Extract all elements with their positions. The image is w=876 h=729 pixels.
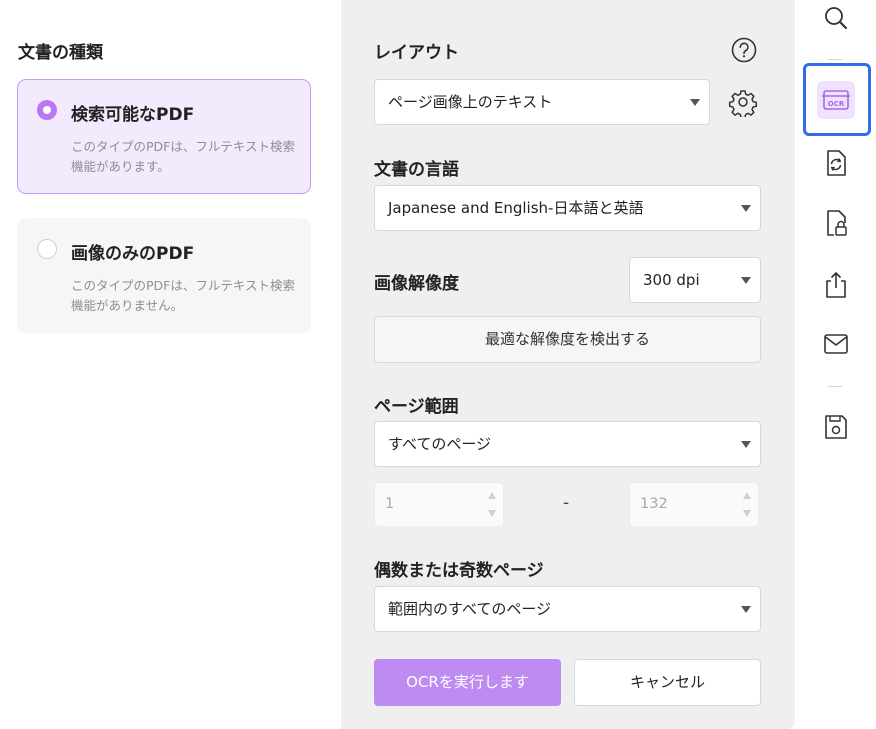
- range-to-input[interactable]: 132: [629, 482, 759, 527]
- right-toolbar: OCR: [795, 0, 876, 729]
- run-ocr-button[interactable]: OCRを実行します: [374, 659, 561, 706]
- protect-icon[interactable]: [821, 208, 851, 238]
- resolution-label: 画像解像度: [374, 274, 459, 294]
- svg-text:OCR: OCR: [828, 100, 845, 108]
- chevron-down-icon: [741, 606, 751, 613]
- layout-select-value: ページ画像上のテキスト: [388, 93, 553, 111]
- save-icon[interactable]: [821, 412, 851, 442]
- toolbar-divider: [828, 59, 842, 60]
- help-icon[interactable]: [729, 35, 759, 65]
- document-type-panel: 文書の種類 検索可能なPDF このタイプのPDFは、フルテキスト検索機能がありま…: [0, 0, 341, 729]
- spin-down-icon[interactable]: [743, 510, 751, 517]
- mail-icon[interactable]: [821, 329, 851, 359]
- odd-even-label: 偶数または奇数ページ: [374, 561, 544, 581]
- range-to-value: 132: [640, 496, 668, 512]
- layout-label: レイアウト: [374, 43, 459, 63]
- resolution-select-value: 300 dpi: [643, 271, 700, 289]
- ocr-icon-bg: OCR: [817, 81, 855, 119]
- odd-even-select[interactable]: 範囲内のすべてのページ: [374, 586, 761, 632]
- language-select-value: Japanese and English-日本語と英語: [388, 199, 644, 217]
- detect-resolution-button[interactable]: 最適な解像度を検出する: [374, 316, 761, 363]
- language-label: 文書の言語: [374, 160, 459, 180]
- chevron-down-icon: [690, 99, 700, 106]
- language-select[interactable]: Japanese and English-日本語と英語: [374, 185, 761, 231]
- page-range-select-value: すべてのページ: [388, 435, 492, 453]
- radio-searchable-pdf[interactable]: [37, 100, 57, 120]
- layout-select[interactable]: ページ画像上のテキスト: [374, 79, 710, 125]
- ocr-icon: OCR: [822, 90, 850, 110]
- chevron-down-icon: [741, 441, 751, 448]
- range-from-input[interactable]: 1: [374, 482, 504, 527]
- convert-icon[interactable]: [821, 148, 851, 178]
- spin-down-icon[interactable]: [488, 510, 496, 517]
- option-image-only-pdf-title: 画像のみのPDF: [71, 244, 195, 264]
- ocr-settings-panel: レイアウト ページ画像上のテキスト 文書の言語 Japanese and Eng…: [341, 0, 795, 729]
- odd-even-select-value: 範囲内のすべてのページ: [388, 600, 552, 618]
- page-range-select[interactable]: すべてのページ: [374, 421, 761, 467]
- chevron-down-icon: [741, 277, 751, 284]
- ocr-tool-button[interactable]: OCR: [803, 63, 871, 136]
- document-type-title: 文書の種類: [18, 43, 103, 63]
- range-separator: -: [563, 493, 570, 513]
- chevron-down-icon: [741, 205, 751, 212]
- option-image-only-pdf[interactable]: 画像のみのPDF このタイプのPDFは、フルテキスト検索機能がありません。: [17, 218, 311, 333]
- resolution-select[interactable]: 300 dpi: [629, 257, 761, 303]
- spin-up-icon[interactable]: [743, 492, 751, 499]
- option-searchable-pdf-desc: このタイプのPDFは、フルテキスト検索機能があります。: [71, 139, 295, 174]
- spin-up-icon[interactable]: [488, 492, 496, 499]
- radio-image-only-pdf[interactable]: [37, 239, 57, 259]
- gear-icon[interactable]: [728, 87, 758, 117]
- option-searchable-pdf[interactable]: 検索可能なPDF このタイプのPDFは、フルテキスト検索機能があります。: [17, 79, 311, 194]
- range-from-value: 1: [385, 496, 395, 512]
- toolbar-divider: [828, 386, 842, 387]
- option-searchable-pdf-title: 検索可能なPDF: [71, 105, 195, 125]
- cancel-button[interactable]: キャンセル: [574, 659, 761, 706]
- page-range-label: ページ範囲: [374, 397, 459, 417]
- share-icon[interactable]: [821, 270, 851, 300]
- option-image-only-pdf-desc: このタイプのPDFは、フルテキスト検索機能がありません。: [71, 278, 295, 313]
- search-icon[interactable]: [821, 3, 851, 33]
